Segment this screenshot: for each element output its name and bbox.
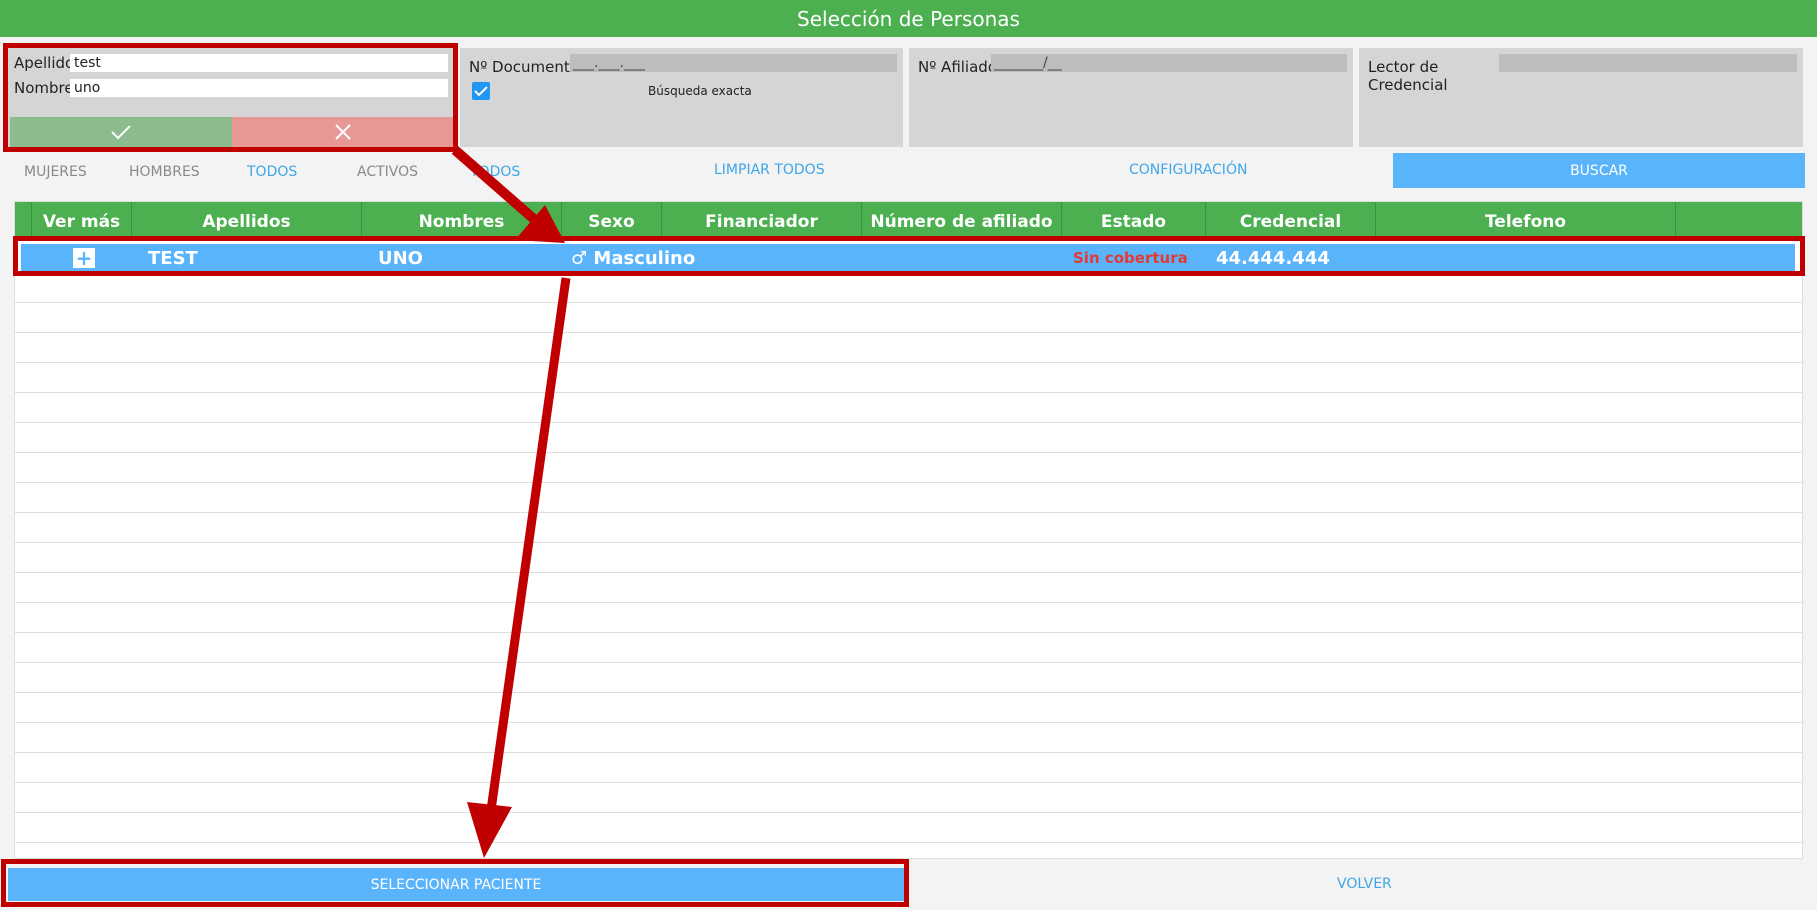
window-title: Selección de Personas xyxy=(0,0,1817,37)
table-row-divider xyxy=(15,362,1802,363)
table-row-divider xyxy=(15,662,1802,663)
check-icon xyxy=(474,86,488,97)
back-link[interactable]: VOLVER xyxy=(1337,876,1392,892)
annotation-box-select-button xyxy=(1,859,909,907)
table-row-divider xyxy=(15,332,1802,333)
table-row-divider xyxy=(15,722,1802,723)
annotation-box-result-row xyxy=(13,236,1805,276)
afiliado-label: Nº Afiliado xyxy=(918,58,997,76)
filter-todos-estado[interactable]: TODOS xyxy=(470,164,520,180)
table-row-divider xyxy=(15,602,1802,603)
lector-panel: Lector de Credencial xyxy=(1359,48,1803,147)
documento-panel: Nº Documento ___.___.___ Búsqueda exacta xyxy=(460,48,903,147)
filter-mujeres[interactable]: MUJERES xyxy=(24,164,87,180)
exact-search-label: Búsqueda exacta xyxy=(648,84,752,98)
table-row-divider xyxy=(15,392,1802,393)
annotation-box-name-search xyxy=(3,43,458,152)
table-row-divider xyxy=(15,572,1802,573)
exact-search-checkbox[interactable] xyxy=(472,82,490,100)
table-row-divider xyxy=(15,482,1802,483)
afiliado-input[interactable]: _______/__ xyxy=(991,54,1347,72)
table-row-divider xyxy=(15,512,1802,513)
results-table: Ver más Apellidos Nombres Sexo Financiad… xyxy=(14,201,1803,859)
table-row-divider xyxy=(15,302,1802,303)
table-row-divider xyxy=(15,842,1802,843)
documento-label: Nº Documento xyxy=(469,58,579,76)
table-row-divider xyxy=(15,542,1802,543)
documento-input[interactable]: ___.___.___ xyxy=(570,54,897,72)
table-row-divider xyxy=(15,812,1802,813)
afiliado-panel: Nº Afiliado _______/__ xyxy=(909,48,1353,147)
lector-label: Lector de Credencial xyxy=(1368,58,1448,94)
table-row-divider xyxy=(15,452,1802,453)
search-button[interactable]: BUSCAR xyxy=(1393,153,1805,188)
filter-hombres[interactable]: HOMBRES xyxy=(129,164,200,180)
lector-input[interactable] xyxy=(1499,54,1797,72)
filter-todos-sexo[interactable]: TODOS xyxy=(247,164,297,180)
table-row-divider xyxy=(15,782,1802,783)
filter-activos[interactable]: ACTIVOS xyxy=(357,164,418,180)
table-row-divider xyxy=(15,632,1802,633)
clear-all-link[interactable]: LIMPIAR TODOS xyxy=(714,162,825,178)
table-row-divider xyxy=(15,422,1802,423)
table-row-divider xyxy=(15,692,1802,693)
configuration-link[interactable]: CONFIGURACIÓN xyxy=(1129,162,1247,178)
table-row-divider xyxy=(15,752,1802,753)
